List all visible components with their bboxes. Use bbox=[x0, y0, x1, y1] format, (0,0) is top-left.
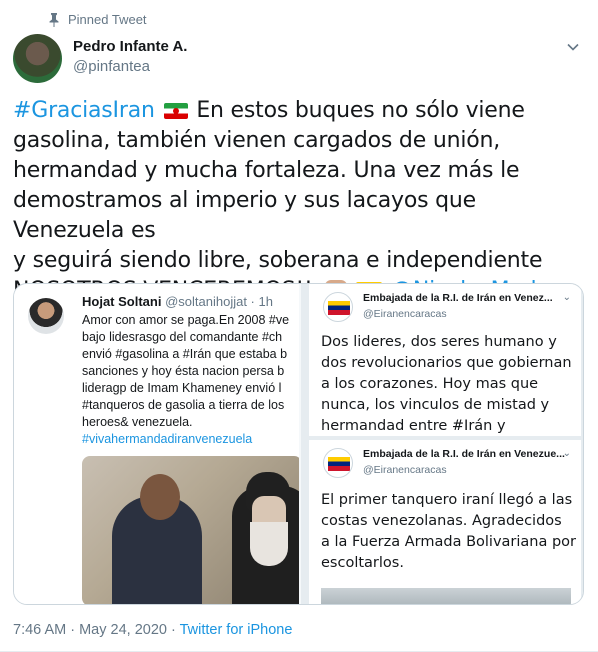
iran-flag-icon bbox=[163, 103, 188, 119]
embedded-author-name: Embajada de la R.I. de Irán en Venez... bbox=[363, 292, 553, 304]
tweet-text: #GraciasIran En estos buques no sólo vie… bbox=[13, 96, 585, 306]
embedded-tweet-body: Dos lideres, dos seres humano y dos revo… bbox=[321, 332, 572, 436]
embedded-line: #vivahermandadiranvenezuela bbox=[82, 432, 253, 446]
pin-icon bbox=[49, 12, 59, 27]
embedded-line: bajo lidesrasgo del comandante #ch bbox=[82, 330, 283, 344]
embedded-author-handle: @Eiranencaracas bbox=[363, 464, 447, 476]
media-attachment[interactable]: Hojat Soltani @soltanihojjat · 1h Amor c… bbox=[13, 283, 584, 605]
embedded-tweet-card: Embajada de la R.I. de Irán en Venez... … bbox=[309, 284, 581, 436]
embedded-line: hermandad entre #Irán y bbox=[321, 418, 506, 434]
embedded-tweet-header: Hojat Soltani @soltanihojjat · 1h bbox=[82, 294, 273, 309]
embassy-avatar bbox=[323, 448, 353, 478]
embedded-line: Dos lideres, dos seres humano y bbox=[321, 334, 557, 350]
embedded-line: nunca, los vinculos de mistad y bbox=[321, 397, 550, 413]
embedded-photo bbox=[82, 456, 299, 604]
embedded-line: escoltarlos. bbox=[321, 555, 404, 571]
tweet-timestamp: 7:46 AM · May 24, 2020 · Twitter for iPh… bbox=[13, 622, 292, 638]
media-image-right[interactable]: Embajada de la R.I. de Irán en Venez... … bbox=[301, 284, 583, 604]
author-name[interactable]: Pedro Infante A. bbox=[73, 38, 187, 55]
media-image-left[interactable]: Hojat Soltani @soltanihojjat · 1h Amor c… bbox=[14, 284, 299, 604]
embedded-line: dos revolucionarios que gobiernan bbox=[321, 355, 572, 371]
pinned-label: Pinned Tweet bbox=[48, 12, 147, 27]
tweet-line: hermandad y mucha fortaleza. Una vez más… bbox=[13, 158, 520, 183]
embassy-avatar bbox=[323, 292, 353, 322]
embedded-line: a la Fuerza Armada Bolivariana por bbox=[321, 534, 577, 550]
chevron-down-icon: ⌄ bbox=[562, 292, 571, 303]
timestamp-text[interactable]: 7:46 AM · May 24, 2020 · bbox=[13, 622, 180, 638]
embedded-author-name: Embajada de la R.I. de Irán en Venezue..… bbox=[363, 448, 565, 460]
pinned-text: Pinned Tweet bbox=[68, 12, 147, 27]
source-link[interactable]: Twitter for iPhone bbox=[180, 622, 293, 638]
embedded-author-meta: @soltanihojjat · 1h bbox=[165, 294, 273, 309]
embedded-line: heroes& venezuela. bbox=[82, 415, 193, 429]
author-handle[interactable]: @pinfantea bbox=[73, 58, 150, 75]
embedded-author-handle: @Eiranencaracas bbox=[363, 308, 447, 320]
avatar bbox=[28, 298, 64, 334]
tweet-line: En estos buques no sólo viene bbox=[196, 98, 525, 123]
embedded-photo bbox=[321, 588, 571, 604]
embedded-author-name: Hojat Soltani bbox=[82, 294, 162, 309]
tweet-line: y seguirá siendo libre, soberana e indep… bbox=[13, 248, 543, 273]
embedded-line: sanciones y hoy ésta nacion persa b bbox=[82, 364, 285, 378]
hashtag-link[interactable]: #GraciasIran bbox=[13, 98, 155, 123]
author-avatar[interactable] bbox=[13, 34, 62, 83]
chevron-down-icon[interactable] bbox=[566, 40, 580, 54]
embedded-line: a los corazones. Hoy mas que bbox=[321, 376, 539, 392]
embedded-tweet-body: Amor con amor se paga.En 2008 #ve bajo l… bbox=[82, 312, 299, 448]
embedded-line: lideragp de Imam Khameney envió l bbox=[82, 381, 282, 395]
tweet-line: demostramos al imperio y sus lacayos que… bbox=[13, 188, 477, 243]
embedded-line: costas venezolanas. Agradecidos bbox=[321, 513, 562, 529]
embedded-line: #tanqueros de gasolia a tierra de los bbox=[82, 398, 285, 412]
embedded-line: envió #gasolina a #Irán que estaba b bbox=[82, 347, 288, 361]
tweet-line: gasolina, también vienen cargados de uni… bbox=[13, 128, 501, 153]
embedded-tweet-card: Embajada de la R.I. de Irán en Venezue..… bbox=[309, 440, 581, 604]
chevron-down-icon: ⌄ bbox=[562, 448, 571, 459]
embedded-line: El primer tanquero iraní llegó a las bbox=[321, 492, 573, 508]
embedded-tweet-body: El primer tanquero iraní llegó a las cos… bbox=[321, 490, 576, 574]
embedded-line: Amor con amor se paga.En 2008 #ve bbox=[82, 313, 290, 327]
